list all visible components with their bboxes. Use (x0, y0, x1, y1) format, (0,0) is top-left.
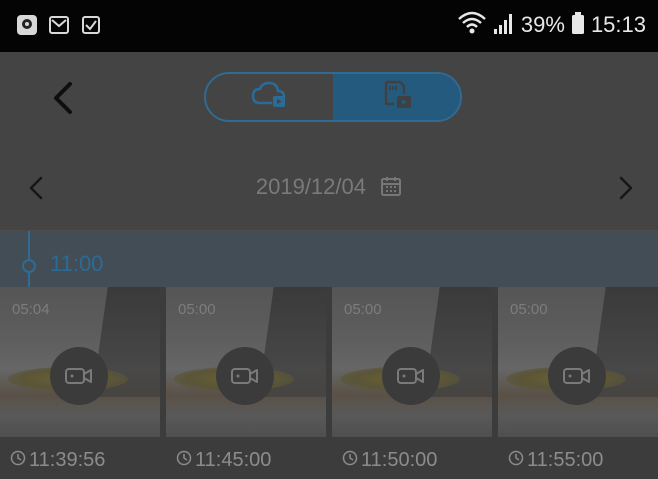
clip-thumbnail: 05:04 (0, 287, 160, 437)
back-icon[interactable] (48, 78, 78, 118)
clip-time: 11:39:56 (10, 449, 105, 472)
video-camera-icon (216, 347, 274, 405)
date-selector[interactable]: 2019/12/04 (0, 174, 658, 203)
calendar-icon (380, 175, 402, 203)
clip-tile[interactable]: 05:00 11:50:00 (332, 287, 492, 479)
date-navigator: 2019/12/04 (0, 148, 658, 231)
mail-icon (48, 14, 70, 36)
clock-icon (176, 449, 192, 472)
video-camera-icon (382, 347, 440, 405)
app-header (0, 52, 658, 148)
clip-duration: 05:04 (12, 301, 50, 318)
video-camera-icon (548, 347, 606, 405)
signal-icon (493, 11, 515, 40)
clock: 15:13 (590, 12, 646, 37)
clip-tile[interactable]: 05:00 11:45:00 (166, 287, 326, 479)
clip-time: 11:45:00 (176, 449, 271, 472)
clip-duration: 05:00 (178, 301, 216, 318)
next-day-icon[interactable] (618, 174, 634, 202)
checkbox-icon (80, 14, 102, 36)
shield-app-icon (16, 14, 38, 36)
sd-card-playback-tab[interactable] (333, 74, 460, 120)
clip-time-text: 11:55:00 (527, 449, 604, 471)
clip-time: 11:50:00 (342, 449, 437, 472)
clip-tile[interactable]: 05:04 11:39:56 (0, 287, 160, 479)
clip-thumbnail: 05:00 (166, 287, 326, 437)
clip-duration: 05:00 (344, 301, 382, 318)
timeline-hour-header: 11:00 (0, 231, 658, 287)
screen: 39% 15:13 2019/12/04 11:00 05:04 11:39:5… (0, 0, 658, 479)
wifi-icon (457, 10, 487, 41)
clip-tile[interactable]: 05:00 11:55:00 (498, 287, 658, 479)
video-camera-icon (50, 347, 108, 405)
clip-time-text: 11:39:56 (29, 449, 106, 471)
sd-card-play-icon (380, 80, 414, 115)
clip-grid: 05:04 11:39:56 05:00 11:45:00 05:00 11:5… (0, 287, 658, 479)
battery-percent: 39% (520, 12, 565, 37)
clip-thumbnail: 05:00 (498, 287, 658, 437)
timeline-hour: 11:00 (50, 251, 104, 276)
battery-icon (571, 11, 585, 40)
clock-icon (10, 449, 26, 472)
clip-time-text: 11:45:00 (195, 449, 272, 471)
clock-icon (342, 449, 358, 472)
selected-date: 2019/12/04 (255, 174, 366, 199)
cloud-playback-tab[interactable] (206, 74, 333, 120)
timeline-dot (22, 259, 36, 273)
clock-icon (508, 449, 524, 472)
clip-thumbnail: 05:00 (332, 287, 492, 437)
cloud-play-icon (251, 81, 289, 114)
clip-duration: 05:00 (510, 301, 548, 318)
clip-time: 11:55:00 (508, 449, 603, 472)
status-right: 39% 15:13 (457, 10, 646, 40)
status-bar: 39% 15:13 (0, 0, 658, 52)
playback-source-toggle (204, 72, 462, 122)
clip-time-text: 11:50:00 (361, 449, 438, 471)
